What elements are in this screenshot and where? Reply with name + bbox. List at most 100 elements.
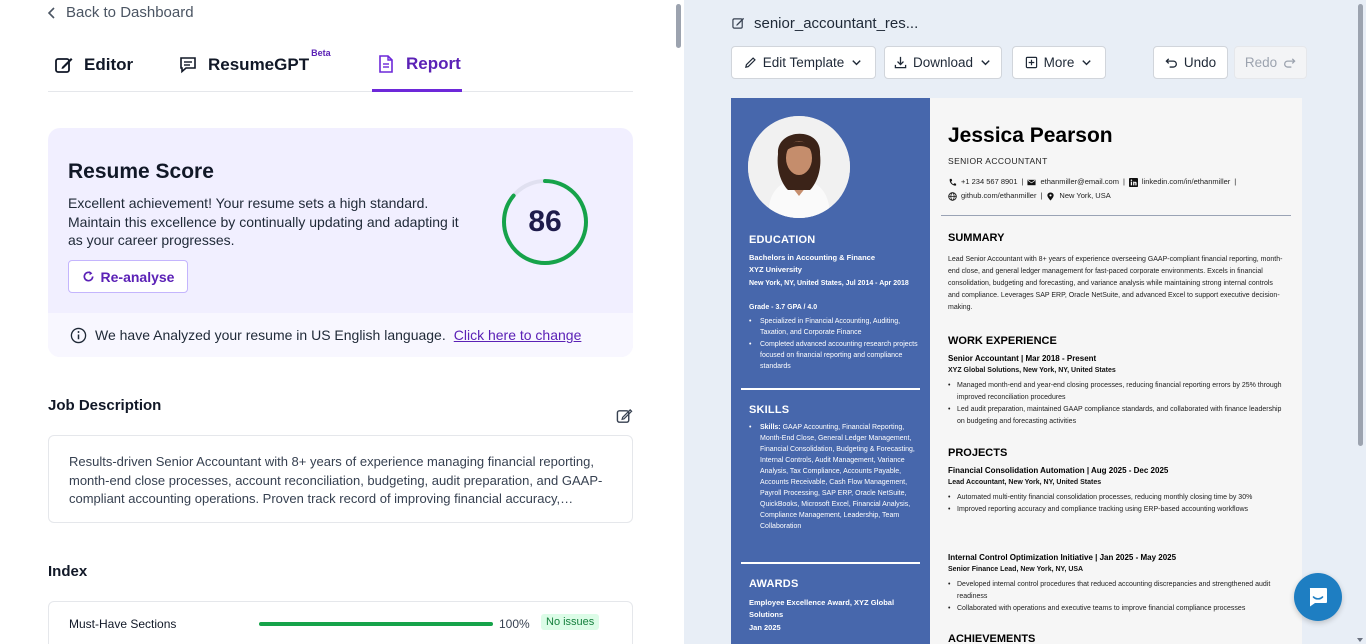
- globe-icon: [948, 191, 957, 201]
- list-item: Managed month-end and year-end closing p…: [948, 380, 1286, 404]
- list-item: Specialized in Financial Accounting, Aud…: [749, 316, 919, 338]
- tab-resumegpt-label: ResumeGPTBeta: [208, 48, 331, 75]
- project-subtitle: Senior Finance Lead, New York, NY, USA: [948, 566, 1084, 573]
- contact-line-1: +1 234 567 8901 | ethanmiller@email.com | …: [948, 176, 1288, 188]
- header-divider: [941, 215, 1291, 216]
- skills-label: Skills:: [760, 424, 781, 431]
- reanalyse-button[interactable]: Re-analyse: [68, 260, 188, 293]
- redo-label: Redo: [1244, 55, 1278, 70]
- document-preview-panel: senior_accountant_res... Edit Template D…: [684, 0, 1366, 644]
- report-panel: Back to Dashboard Editor ResumeGPTBeta R…: [0, 0, 684, 644]
- language-note: We have Analyzed your resume in US Engli…: [48, 313, 633, 357]
- list-item: Completed advanced accounting research p…: [749, 339, 919, 372]
- tab-editor[interactable]: Editor: [54, 38, 133, 92]
- language-note-text: We have Analyzed your resume in US Engli…: [95, 327, 446, 343]
- more-button[interactable]: More: [1012, 46, 1106, 79]
- download-button[interactable]: Download: [884, 46, 1002, 79]
- contact-linkedin: linkedin.com/in/ethanmiller: [1141, 177, 1231, 186]
- rename-icon: [732, 17, 745, 29]
- tab-report-label: Report: [406, 53, 461, 73]
- support-chat-button[interactable]: [1294, 573, 1342, 621]
- awards-heading: AWARDS: [749, 578, 799, 590]
- edit-icon: [55, 58, 73, 73]
- project-title: Internal Control Optimization Initiative…: [948, 553, 1177, 562]
- email-icon: [1027, 179, 1037, 185]
- education-meta: New York, NY, United States, Jul 2014 - …: [749, 280, 909, 287]
- sidebar-divider: [741, 388, 920, 390]
- skills-list: Skills: GAAP Accounting, Financial Repor…: [749, 422, 917, 533]
- status-badge: No issues: [541, 614, 600, 630]
- education-school: XYZ University: [749, 265, 802, 274]
- experience-title: Senior Accountant | Mar 2018 - Present: [948, 354, 1097, 363]
- skills-heading: SKILLS: [749, 404, 790, 416]
- change-language-link[interactable]: Click here to change: [454, 327, 582, 343]
- education-degree: Bachelors in Accounting & Finance: [749, 253, 875, 262]
- info-icon: [70, 327, 87, 343]
- education-heading: EDUCATION: [749, 234, 816, 246]
- pencil-icon: [744, 57, 756, 68]
- tab-editor-label: Editor: [84, 55, 134, 74]
- profile-photo-image: [748, 116, 850, 218]
- experience-bullets: Managed month-end and year-end closing p…: [948, 380, 1286, 428]
- chevron-down-icon: [852, 60, 861, 66]
- document-filename[interactable]: senior_accountant_res...: [732, 15, 918, 32]
- right-scrollbar-thumb[interactable]: [1358, 4, 1363, 446]
- scroll-down-arrow-icon[interactable]: [1357, 638, 1363, 642]
- undo-button[interactable]: Undo: [1153, 46, 1228, 79]
- list-item: Automated multi-entity financial consoli…: [948, 492, 1286, 504]
- score-description: Excellent achievement! Your resume sets …: [68, 195, 459, 248]
- right-scrollbar[interactable]: [1355, 0, 1366, 644]
- project-bullets: Developed internal control procedures th…: [948, 579, 1286, 615]
- edit-template-button[interactable]: Edit Template: [731, 46, 876, 79]
- redo-icon: [1284, 58, 1296, 68]
- resume-sheet: EDUCATION Bachelors in Accounting & Fina…: [731, 98, 1302, 644]
- contact-separator: |: [1040, 191, 1043, 200]
- job-description-text: Results-driven Senior Accountant with 8+…: [69, 454, 603, 506]
- resume-score-card: Resume Score Excellent achievement! Your…: [48, 128, 633, 357]
- refresh-icon: [83, 271, 94, 282]
- tab-resumegpt[interactable]: ResumeGPTBeta: [178, 38, 331, 92]
- score-summary: Resume Score Excellent achievement! Your…: [48, 128, 633, 313]
- edit-template-label: Edit Template: [762, 55, 845, 70]
- list-item: Improved reporting accuracy and complian…: [948, 504, 1286, 516]
- reanalyse-label: Re-analyse: [100, 268, 175, 285]
- list-item: Collaborated with operations and executi…: [948, 603, 1286, 615]
- index-title: Index: [48, 563, 88, 580]
- summary-heading: SUMMARY: [948, 232, 1005, 244]
- index-row-label: Must-Have Sections: [69, 617, 177, 631]
- resume-main: Jessica Pearson SENIOR ACCOUNTANT +1 234…: [930, 98, 1302, 644]
- download-label: Download: [912, 55, 974, 70]
- app-root: Back to Dashboard Editor ResumeGPTBeta R…: [0, 0, 1366, 644]
- more-label: More: [1043, 55, 1075, 70]
- index-progress-bar: [259, 622, 493, 626]
- back-to-dashboard-link[interactable]: Back to Dashboard: [46, 4, 194, 21]
- edit-job-description-icon[interactable]: [616, 408, 633, 425]
- phone-icon: [949, 178, 957, 186]
- job-description-box[interactable]: Results-driven Senior Accountant with 8+…: [48, 435, 633, 523]
- left-scrollbar[interactable]: [673, 0, 683, 644]
- chat-icon: [180, 57, 196, 74]
- score-value: 86: [528, 205, 562, 238]
- award-date: Jan 2025: [749, 623, 781, 632]
- redo-button[interactable]: Redo: [1234, 46, 1307, 79]
- sidebar-divider: [741, 562, 920, 564]
- education-grade: Grade - 3.7 GPA / 4.0: [749, 304, 818, 311]
- tab-report[interactable]: Report: [372, 38, 462, 92]
- document-filename-text: senior_accountant_res...: [754, 15, 919, 32]
- contact-separator: |: [1122, 177, 1125, 186]
- document-icon: [379, 54, 393, 73]
- resume-role: SENIOR ACCOUNTANT: [948, 156, 1048, 166]
- contact-email: ethanmiller@email.com: [1040, 177, 1119, 186]
- chevron-down-icon: [1082, 60, 1092, 66]
- score-title: Resume Score: [68, 160, 214, 183]
- chevron-down-icon: [981, 60, 990, 66]
- left-scrollbar-thumb[interactable]: [676, 4, 681, 48]
- index-progress-fill: [259, 622, 493, 626]
- award-title: Employee Excellence Award, XYZ Global So…: [749, 598, 895, 619]
- project-bullets: Automated multi-entity financial consoli…: [948, 492, 1286, 516]
- achievements-heading: ACHIEVEMENTS: [948, 633, 1036, 644]
- resume-sidebar: EDUCATION Bachelors in Accounting & Fina…: [731, 98, 930, 644]
- contact-separator: |: [1021, 177, 1024, 186]
- summary-text: Lead Senior Accountant with 8+ years of …: [948, 256, 1283, 311]
- contact-location: New York, USA: [1059, 191, 1111, 200]
